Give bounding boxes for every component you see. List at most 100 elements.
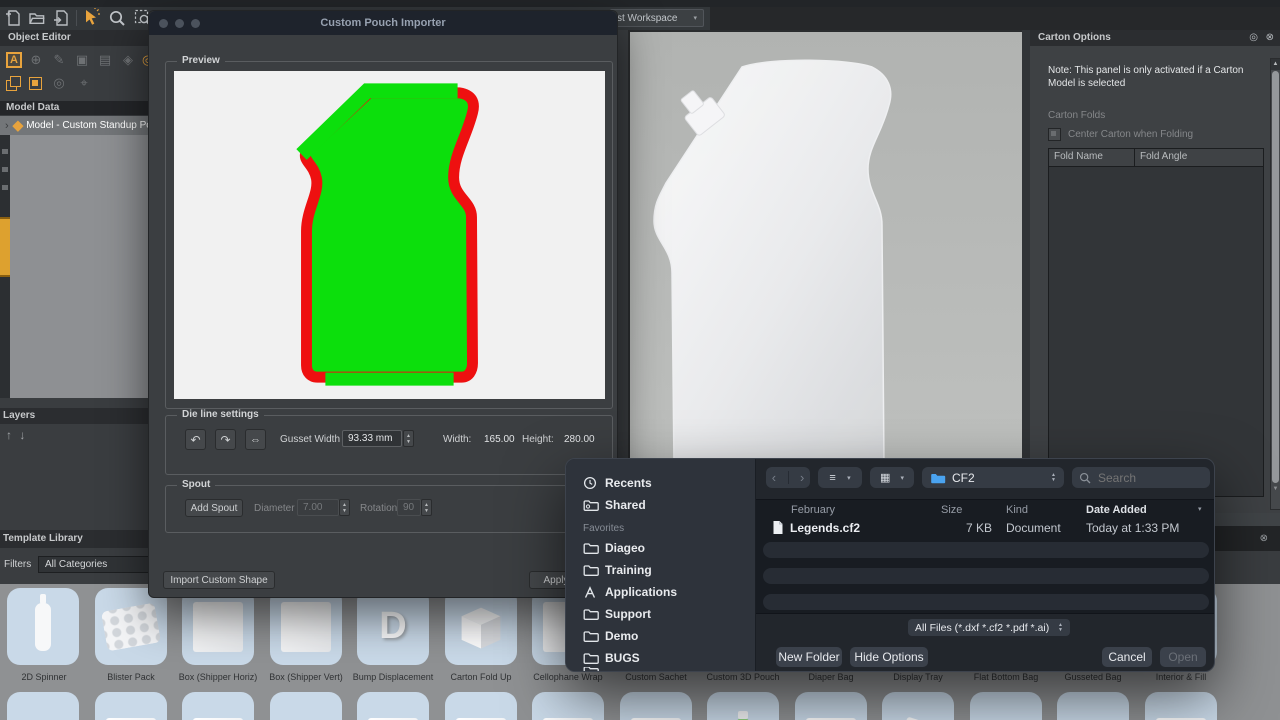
view-mode-dropdown[interactable]: ≡ ▾ <box>818 467 862 488</box>
template-tile[interactable] <box>1145 692 1217 720</box>
center-carton-checkbox[interactable] <box>1048 128 1061 141</box>
open-button[interactable]: Open <box>1160 647 1206 667</box>
disclosure-icon[interactable]: › <box>5 120 9 132</box>
window-close-icon[interactable] <box>159 19 168 28</box>
layer-up-icon[interactable]: ↑ <box>6 428 12 442</box>
open-folder-icon[interactable] <box>28 9 46 27</box>
sidebar-item-clipped[interactable] <box>566 667 756 672</box>
scroll-down-icon[interactable]: ▼ <box>1271 484 1280 495</box>
template-tile[interactable] <box>95 692 167 720</box>
nav-back-forward[interactable]: ‹ › <box>766 467 810 488</box>
diameter-stepper[interactable]: ▲▼ <box>339 499 350 516</box>
scrollbar-thumb[interactable] <box>1272 71 1279 483</box>
sort-chevron-icon[interactable]: ▾ <box>1198 505 1202 513</box>
panel-close-icon[interactable]: ⊗ <box>1266 30 1274 46</box>
file-row-legends[interactable]: Legends.cf2 7 KB Document Today at 1:33 … <box>756 519 1215 537</box>
select-cursor-icon[interactable] <box>82 8 101 27</box>
location-dropdown[interactable]: CF2 ▲▼ <box>922 467 1064 488</box>
height-label: Height: <box>522 434 554 445</box>
sidebar-item-support[interactable]: Support <box>566 603 756 625</box>
mirror-button[interactable]: ⇔ <box>245 429 266 450</box>
duplicate-stack-icon[interactable] <box>6 76 21 91</box>
date-added-column-header[interactable]: Date Added <box>1086 504 1147 516</box>
back-icon[interactable]: ‹ <box>772 470 776 485</box>
pin-icon[interactable]: ⌖ <box>75 75 93 91</box>
template-tile[interactable] <box>7 692 79 720</box>
import-file-icon[interactable] <box>52 9 70 27</box>
dialog-titlebar[interactable]: Custom Pouch Importer <box>149 11 617 35</box>
sidebar-item-bugs[interactable]: BUGS <box>566 647 756 669</box>
sidebar-item-shared[interactable]: Shared <box>566 494 756 516</box>
group-by-dropdown[interactable]: ▦ ▾ <box>870 467 914 488</box>
gusset-width-input[interactable]: 93.33 mm <box>342 430 402 447</box>
window-minimize-icon[interactable] <box>175 19 184 28</box>
sidebar-item-demo[interactable]: Demo <box>566 625 756 647</box>
template-tile[interactable] <box>95 588 167 665</box>
panel-settings-icon[interactable]: ◎ <box>1249 30 1258 46</box>
hide-options-button[interactable]: Hide Options <box>850 647 928 667</box>
fold-angle-column-header[interactable]: Fold Angle <box>1135 149 1263 166</box>
template-tile[interactable] <box>795 692 867 720</box>
sidebar-item-training[interactable]: Training <box>566 559 756 581</box>
group-stack-icon[interactable] <box>28 76 43 91</box>
add-object-icon[interactable]: ⊕ <box>27 52 45 68</box>
fold-name-column-header[interactable]: Fold Name <box>1049 149 1135 166</box>
new-folder-button[interactable]: New Folder <box>776 647 842 667</box>
panel-scrollbar[interactable]: ▲ ▼ <box>1270 58 1280 510</box>
panel-close-icon[interactable]: ⊗ <box>1260 526 1268 551</box>
template-tile[interactable] <box>445 692 517 720</box>
gusset-stepper[interactable]: ▲▼ <box>403 430 414 447</box>
template-tile[interactable] <box>182 588 254 665</box>
scroll-up-icon[interactable]: ▲ <box>1271 59 1280 70</box>
template-tile[interactable] <box>970 692 1042 720</box>
forward-icon[interactable]: › <box>800 470 804 485</box>
search-zoom-icon[interactable] <box>108 9 126 27</box>
template-tile[interactable] <box>270 588 342 665</box>
template-tile[interactable] <box>445 588 517 665</box>
rotate-cw-button[interactable]: ↷ <box>215 429 236 450</box>
rotation-input[interactable]: 90 <box>397 499 421 516</box>
list-icon[interactable]: ▤ <box>96 52 114 68</box>
import-custom-shape-button[interactable]: Import Custom Shape <box>163 571 275 589</box>
model-data-list[interactable] <box>10 135 150 398</box>
workspace-dropdown[interactable]: st Workspace ▾ <box>610 9 704 27</box>
sidebar-item-diageo[interactable]: Diageo <box>566 537 756 559</box>
category-dropdown[interactable]: All Categories <box>38 556 152 573</box>
template-tile[interactable] <box>7 588 79 665</box>
template-tile[interactable] <box>270 692 342 720</box>
format-label: All Files (*.dxf *.cf2 *.pdf *.ai) <box>915 622 1049 634</box>
edit-icon[interactable]: ✎ <box>50 52 68 68</box>
box-thumb <box>281 602 331 652</box>
kind-column-header[interactable]: Kind <box>1006 504 1028 516</box>
search-input[interactable] <box>1096 470 1200 486</box>
model-tree-item[interactable]: › Model - Custom Standup Pou <box>0 116 150 135</box>
template-tile[interactable] <box>357 692 429 720</box>
file-format-dropdown[interactable]: All Files (*.dxf *.cf2 *.pdf *.ai) ▲▼ <box>908 619 1070 636</box>
size-column-header[interactable]: Size <box>941 504 962 516</box>
carton-options-header: Carton Options ◎ ⊗ <box>1030 30 1280 46</box>
window-zoom-icon[interactable] <box>191 19 200 28</box>
layer-down-icon[interactable]: ↓ <box>19 428 25 442</box>
text-tool-icon[interactable]: A <box>6 52 22 68</box>
add-spout-button[interactable]: Add Spout <box>185 499 243 517</box>
sidebar-item-recents[interactable]: Recents <box>566 472 756 494</box>
template-tile[interactable] <box>620 692 692 720</box>
template-tile[interactable] <box>532 692 604 720</box>
visibility-icon[interactable]: ◎ <box>50 75 68 91</box>
gusset-width-label: Gusset Width <box>280 434 340 445</box>
template-tile[interactable] <box>182 692 254 720</box>
rotate-ccw-button[interactable]: ↶ <box>185 429 206 450</box>
vertical-tab-active[interactable] <box>0 217 10 277</box>
template-tile[interactable]: D <box>357 588 429 665</box>
sidebar-item-applications[interactable]: Applications <box>566 581 756 603</box>
template-tile[interactable] <box>882 692 954 720</box>
template-tile[interactable] <box>707 692 779 720</box>
search-field[interactable] <box>1072 467 1210 488</box>
template-tile[interactable] <box>1057 692 1129 720</box>
new-file-icon[interactable] <box>4 9 22 27</box>
cancel-button[interactable]: Cancel <box>1102 647 1152 667</box>
eraser-icon[interactable]: ◈ <box>119 52 137 68</box>
image-icon[interactable]: ▣ <box>73 52 91 68</box>
diameter-input[interactable]: 7.00 <box>297 499 339 516</box>
rotation-stepper[interactable]: ▲▼ <box>421 499 432 516</box>
